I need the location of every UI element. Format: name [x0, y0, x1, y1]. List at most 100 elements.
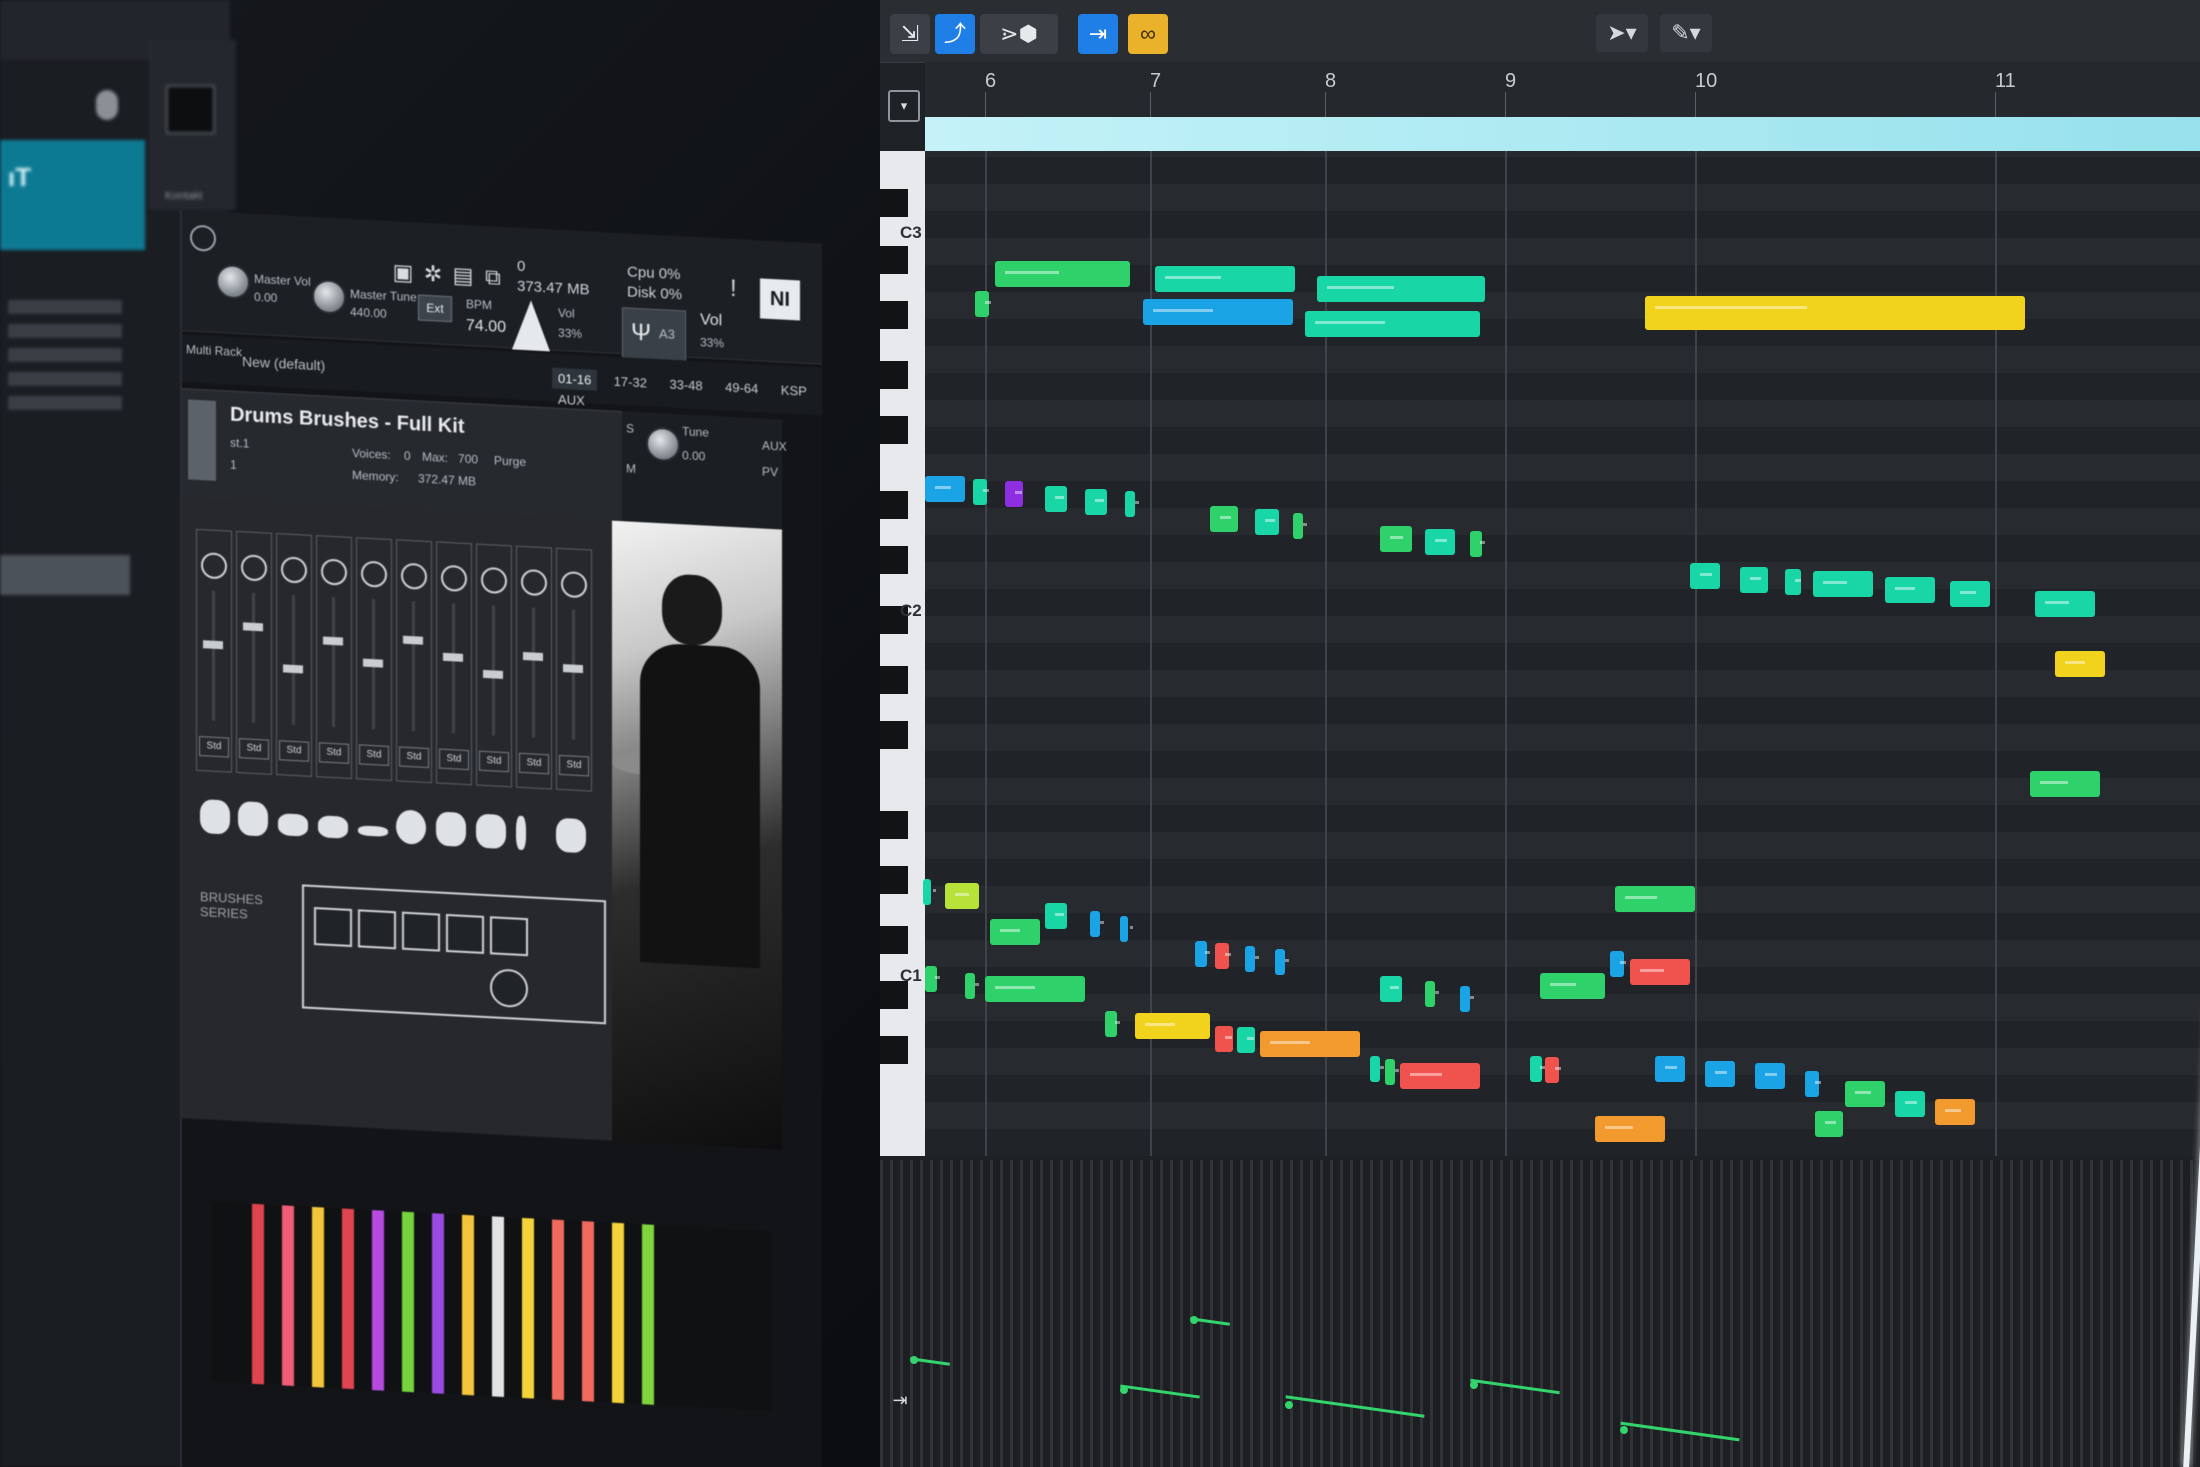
midi-note[interactable]	[2035, 591, 2095, 617]
note-grid[interactable]	[923, 151, 2200, 1156]
piano-keyboard[interactable]: C3 C2 C1	[880, 151, 925, 1156]
midi-note[interactable]	[1755, 1063, 1785, 1089]
mixer-channel[interactable]: Std	[316, 535, 352, 780]
midi-note[interactable]	[1530, 1056, 1545, 1082]
midi-note[interactable]	[2055, 651, 2105, 677]
midi-note[interactable]	[973, 479, 989, 505]
mixer-channel[interactable]: Std	[276, 533, 312, 777]
midi-note[interactable]	[1615, 886, 1695, 912]
velocity-handle[interactable]	[1285, 1401, 1293, 1409]
bpm-value[interactable]: 74.00	[466, 317, 506, 337]
midi-note[interactable]	[1545, 1057, 1561, 1083]
region-toggle-icon[interactable]: ▾	[888, 90, 920, 122]
kontakt-logo-icon[interactable]	[190, 224, 216, 252]
on-screen-keyboard[interactable]	[212, 1201, 772, 1412]
midi-note[interactable]	[1105, 1011, 1120, 1037]
brush-icon[interactable]	[516, 815, 526, 851]
ext-button[interactable]: Ext	[418, 294, 452, 323]
master-vol-knob[interactable]	[216, 263, 250, 300]
bar-ruler[interactable]: 6 7 8 9 10 11	[925, 62, 2200, 117]
midi-note[interactable]	[945, 883, 979, 909]
aux-label[interactable]: AUX	[762, 439, 787, 454]
midi-note[interactable]	[1540, 973, 1605, 999]
midi-note[interactable]	[1630, 959, 1690, 985]
midi-note[interactable]	[925, 476, 965, 502]
midi-note[interactable]	[995, 261, 1130, 287]
kick-icon[interactable]	[396, 809, 426, 845]
master-tune-knob[interactable]	[312, 278, 346, 315]
effect-slot[interactable]	[358, 909, 396, 950]
velocity-bar[interactable]	[1120, 1384, 1200, 1399]
mute-button[interactable]: M	[626, 461, 636, 476]
midi-note[interactable]	[1045, 486, 1067, 512]
mixer-channel[interactable]: Std	[476, 543, 512, 788]
mixer-channel[interactable]: Std	[516, 545, 552, 790]
midi-note[interactable]	[1317, 276, 1485, 302]
midi-note[interactable]	[1245, 946, 1259, 972]
velocity-lane[interactable]	[880, 1160, 2200, 1467]
list-item[interactable]	[8, 348, 122, 362]
midi-note[interactable]	[1425, 981, 1439, 1007]
midi-note[interactable]	[1260, 1031, 1360, 1057]
velocity-bar[interactable]	[1620, 1421, 1740, 1442]
midi-note[interactable]	[1125, 491, 1139, 517]
mixer-channel[interactable]: Std	[396, 539, 432, 784]
midi-note[interactable]	[1895, 1091, 1925, 1117]
midi-note[interactable]	[1215, 1026, 1233, 1052]
midi-note[interactable]	[1385, 1059, 1399, 1085]
tab-49-64[interactable]: 49-64	[719, 376, 764, 399]
midi-note[interactable]	[1380, 526, 1412, 552]
tuner-button[interactable]: Ψ A3	[622, 307, 686, 365]
midi-note[interactable]	[1655, 1056, 1685, 1082]
link-icon[interactable]: ∞	[1128, 14, 1168, 54]
list-item[interactable]	[8, 300, 122, 314]
midi-note[interactable]	[1460, 986, 1474, 1012]
velocity-bar[interactable]	[1285, 1395, 1425, 1418]
midi-note[interactable]	[1610, 951, 1626, 977]
midi-note[interactable]	[965, 973, 979, 999]
midi-note[interactable]	[1885, 577, 1935, 603]
midi-note[interactable]	[1255, 509, 1279, 535]
mixer-channel[interactable]: Std	[356, 537, 392, 782]
midi-note[interactable]	[1785, 569, 1802, 595]
effect-slot[interactable]	[402, 911, 440, 952]
mixer-channel[interactable]: Std	[236, 530, 272, 775]
tom-icon[interactable]	[318, 815, 348, 839]
midi-note[interactable]	[975, 291, 991, 317]
midi-note[interactable]	[1425, 529, 1455, 555]
effect-knob[interactable]	[490, 968, 528, 1009]
gear-icon[interactable]: ✲	[422, 261, 444, 288]
midi-note[interactable]	[923, 879, 937, 905]
midi-note[interactable]	[1400, 1063, 1480, 1089]
tune-value[interactable]: 0.00	[682, 448, 705, 463]
mixer-channel[interactable]: Std	[556, 547, 592, 792]
midi-note[interactable]	[1815, 1111, 1843, 1137]
midi-note[interactable]	[2030, 771, 2100, 797]
midi-note[interactable]	[1645, 296, 2025, 330]
midi-note[interactable]	[1155, 266, 1295, 292]
purge-button[interactable]: Purge	[494, 453, 526, 469]
velocity-handle[interactable]	[910, 1356, 918, 1364]
midi-note[interactable]	[1370, 1056, 1384, 1082]
midi-note[interactable]	[1085, 489, 1107, 515]
velocity-handle[interactable]	[1190, 1316, 1198, 1324]
velocity-handle[interactable]	[1470, 1381, 1478, 1389]
midi-note[interactable]	[1595, 1116, 1665, 1142]
browser-user-icon[interactable]	[96, 90, 118, 120]
hihat-icon[interactable]	[436, 811, 466, 847]
pv-label[interactable]: PV	[762, 465, 778, 480]
tab-ksp[interactable]: KSP	[775, 379, 813, 402]
midi-note[interactable]	[1705, 1061, 1735, 1087]
midi-note[interactable]	[1813, 571, 1873, 597]
midi-note[interactable]	[985, 976, 1085, 1002]
cycle-range-bar[interactable]	[925, 117, 2200, 151]
solo-button[interactable]: S	[626, 421, 634, 435]
shaker-icon[interactable]	[476, 813, 506, 850]
midi-note[interactable]	[1143, 299, 1293, 325]
tab-01-16[interactable]: 01-16	[552, 367, 598, 391]
midi-note[interactable]	[1305, 311, 1480, 337]
view-icon[interactable]: ▤	[452, 262, 474, 289]
midi-note[interactable]	[1215, 943, 1231, 969]
midi-note[interactable]	[990, 919, 1040, 945]
rack-preset[interactable]: New (default)	[242, 353, 325, 373]
